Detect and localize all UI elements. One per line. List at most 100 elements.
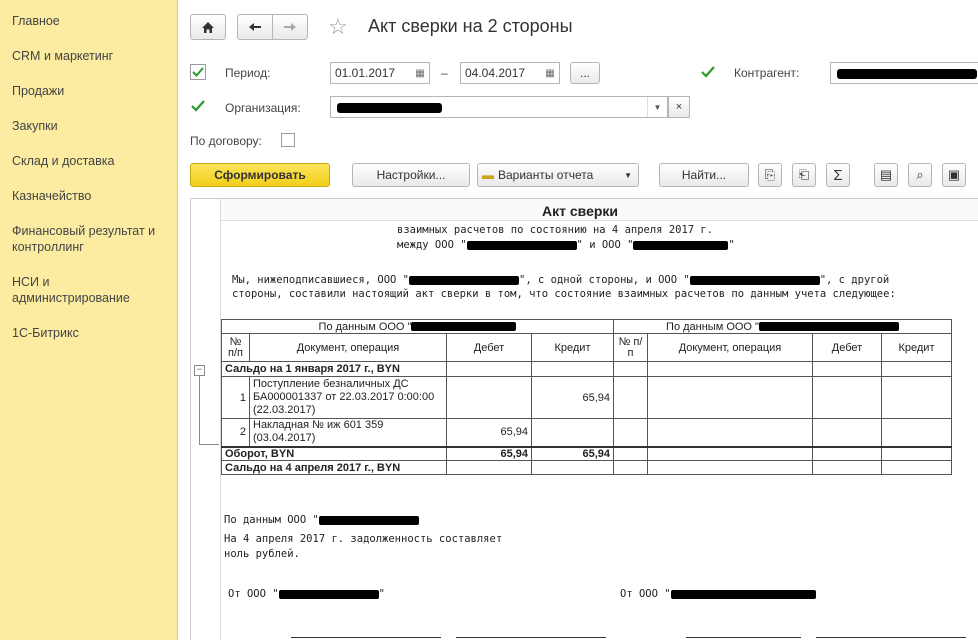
star-icon[interactable]: ☆	[328, 14, 352, 40]
closing-balance-label: Сальдо на 4 апреля 2017 г., BYN	[221, 460, 447, 475]
between-part-a: между ООО "	[397, 239, 467, 251]
sidebar-item-main[interactable]: Главное	[0, 13, 178, 29]
reconciliation-table: По данным ООО " По данным ООО " № п/п До…	[221, 319, 952, 475]
from-right-text: От ООО "	[620, 588, 671, 600]
chevron-down-icon[interactable]: ▼	[647, 97, 667, 117]
sidebar-item-purchases[interactable]: Закупки	[0, 118, 178, 134]
report-variants-button[interactable]: ▬ Варианты отчета ▼	[477, 163, 639, 187]
contract-label: По договору:	[190, 134, 262, 148]
redacted-counterparty	[837, 69, 977, 79]
find-button[interactable]: Найти...	[659, 163, 749, 187]
redacted-org-name	[278, 589, 379, 599]
opening-balance-label: Сальдо на 1 января 2017 г., BYN	[221, 361, 447, 377]
period-select-button[interactable]: ...	[570, 62, 600, 84]
paste-button[interactable]: ⎗	[792, 163, 816, 187]
collapse-icon[interactable]: −	[194, 365, 205, 376]
preview-button[interactable]: ⌕	[908, 163, 932, 187]
arrow-right-icon	[284, 23, 296, 31]
between-part-b: " и ООО "	[576, 239, 634, 251]
checkmark-icon	[192, 67, 204, 77]
para-part-a: Мы, нижеподписавшиеся, ООО "	[232, 274, 410, 286]
save-button[interactable]: ▣	[942, 163, 966, 187]
copy-icon: ⎘	[764, 167, 776, 182]
contract-checkbox[interactable]	[281, 133, 295, 147]
row-doc[interactable]: Накладная № иж 601 359 (03.04.2017)	[249, 418, 447, 447]
row-credit: 65,94	[531, 376, 614, 419]
row-doc[interactable]: Поступление безналичных ДС БА000001337 о…	[249, 376, 447, 419]
right-header-text: По данным ООО "	[666, 320, 759, 333]
generate-button[interactable]: Сформировать	[190, 163, 330, 187]
paste-icon: ⎗	[798, 167, 810, 182]
period-checkbox[interactable]	[190, 64, 206, 80]
sidebar-item-nsi[interactable]: НСИ и администрирование	[0, 274, 150, 306]
redacted-counterparty-name	[689, 275, 820, 285]
sum-button[interactable]: Σ	[826, 163, 850, 187]
main-area: ☆ Акт сверки на 2 стороны Период: 01.01.…	[178, 0, 978, 640]
turnover-credit: 65,94	[531, 446, 614, 461]
table-row[interactable]: 2 Накладная № иж 601 359 (03.04.2017) 65…	[221, 418, 952, 447]
col-credit-right: Кредит	[881, 333, 952, 362]
counterparty-input[interactable]	[830, 62, 978, 84]
redacted-counterparty-name	[670, 589, 816, 599]
col-debit: Дебет	[446, 333, 532, 362]
print-button[interactable]: ▤	[874, 163, 898, 187]
organization-checkbox[interactable]	[190, 98, 206, 114]
col-num-right: № п/п	[613, 333, 648, 362]
date-from-input[interactable]: 01.01.2017 ▦	[330, 62, 430, 84]
left-side-header: По данным ООО "	[221, 319, 614, 334]
from-left-end: "	[378, 588, 385, 600]
row-credit	[531, 418, 614, 447]
col-num: № п/п	[221, 333, 250, 362]
date-from-value: 01.01.2017	[335, 66, 396, 80]
period-label: Период:	[225, 66, 271, 80]
copy-button[interactable]: ⎘	[758, 163, 782, 187]
report-para-line1: Мы, нижеподписавшиеся, ООО " ", с одной с…	[232, 274, 889, 286]
calendar-icon[interactable]: ▦	[411, 63, 429, 83]
report-between: между ООО " " и ООО " "	[397, 239, 735, 251]
table-row[interactable]: 1 Поступление безналичных ДС БА000001337…	[221, 376, 952, 419]
counterparty-checkbox[interactable]	[700, 64, 716, 80]
report-title: Акт сверки	[542, 203, 619, 219]
col-credit: Кредит	[531, 333, 614, 362]
home-button[interactable]	[190, 14, 226, 40]
between-part-c: "	[728, 239, 735, 251]
redacted-counterparty-name	[758, 322, 899, 332]
sidebar-item-bitrix[interactable]: 1С-Битрикс	[0, 325, 178, 341]
turnover-debit: 65,94	[446, 446, 532, 461]
arrow-left-icon	[249, 23, 261, 31]
redacted-org-name	[318, 515, 419, 525]
sidebar-item-sales[interactable]: Продажи	[0, 83, 178, 99]
signature-line	[456, 637, 606, 638]
organization-input[interactable]: ▼	[330, 96, 668, 118]
col-debit-right: Дебет	[812, 333, 882, 362]
sidebar-item-warehouse[interactable]: Склад и доставка	[0, 153, 178, 169]
home-icon	[202, 21, 214, 33]
right-side-header: По данным ООО "	[613, 319, 952, 334]
report-gutter	[191, 199, 221, 640]
group-line	[199, 376, 200, 444]
back-button[interactable]	[237, 14, 273, 40]
save-icon: ▣	[947, 167, 961, 182]
para-part-c: ", с другой	[819, 274, 890, 286]
redacted-org-name	[466, 240, 577, 250]
date-to-input[interactable]: 04.04.2017 ▦	[460, 62, 560, 84]
sidebar-item-financial[interactable]: Финансовый результат и контроллинг	[0, 223, 170, 255]
turnover-label: Оборот, BYN	[221, 446, 447, 461]
forward-button[interactable]	[272, 14, 308, 40]
calendar-icon[interactable]: ▦	[541, 63, 559, 83]
table-row: Сальдо на 4 апреля 2017 г., BYN	[221, 460, 952, 475]
row-num: 1	[221, 376, 250, 419]
clear-button[interactable]: ×	[668, 96, 690, 118]
signature-line	[291, 637, 441, 638]
redacted-counterparty-name	[633, 240, 729, 250]
page-title: Акт сверки на 2 стороны	[368, 16, 573, 36]
report-para-line2: стороны, составили настоящий акт сверки …	[232, 288, 896, 300]
row-num: 2	[221, 418, 250, 447]
organization-label: Организация:	[225, 101, 301, 115]
report-variants-label: Варианты отчета	[498, 168, 594, 182]
sidebar-item-crm[interactable]: CRM и маркетинг	[0, 48, 178, 64]
settings-button[interactable]: Настройки...	[352, 163, 470, 187]
sidebar-item-treasury[interactable]: Казначейство	[0, 188, 178, 204]
sidebar: Главное CRM и маркетинг Продажи Закупки …	[0, 0, 178, 640]
signature-line	[686, 637, 801, 638]
